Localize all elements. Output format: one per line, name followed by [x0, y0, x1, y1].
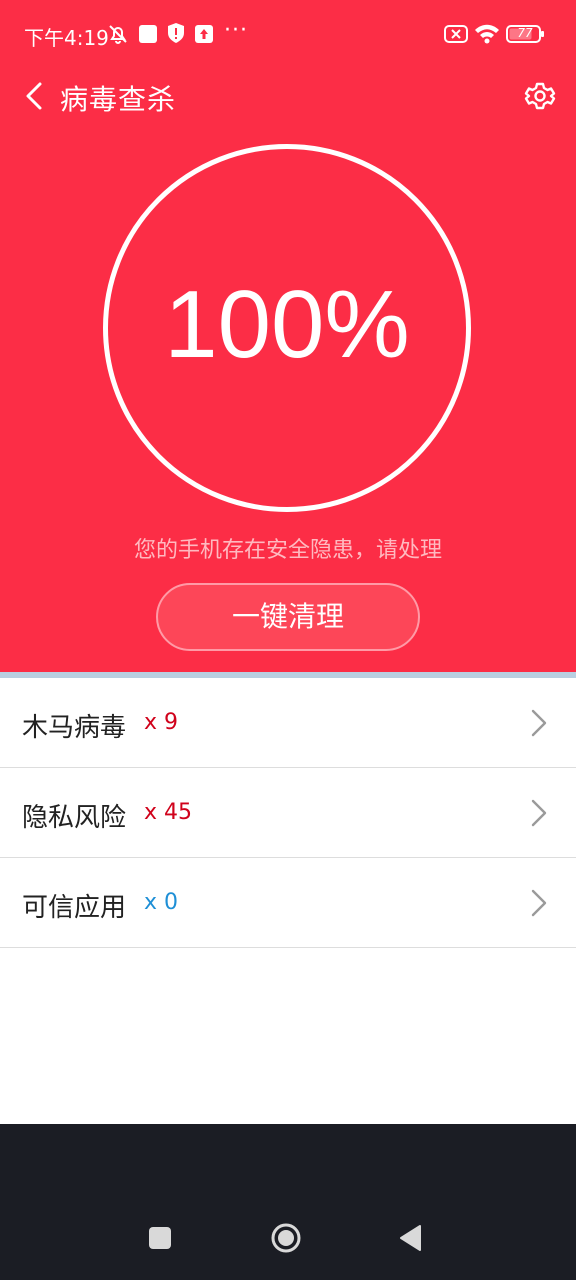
scan-results-list: 木马病毒 x 9 隐私风险 x 45 可信应用 x 0	[0, 678, 576, 948]
result-row-trusted[interactable]: 可信应用 x 0	[0, 858, 576, 948]
recent-apps-button[interactable]	[148, 1226, 172, 1254]
result-label: 木马病毒	[22, 713, 127, 743]
chevron-right-icon	[528, 798, 550, 828]
result-row-privacy[interactable]: 隐私风险 x 45	[0, 768, 576, 858]
home-circle-icon	[270, 1223, 302, 1258]
security-warning-text: 您的手机存在安全隐患，请处理	[133, 538, 442, 563]
result-count: x 0	[144, 890, 179, 915]
more-notifications-icon: ···	[224, 18, 248, 43]
square-icon	[148, 1227, 172, 1254]
result-count: x 45	[144, 800, 193, 825]
scan-header-panel: 下午4:19 ··· 77 病毒查杀 100% 您的手机存在安全隐患，请处理 一…	[0, 0, 576, 672]
settings-button[interactable]	[522, 76, 558, 116]
status-time: 下午4:19	[24, 26, 109, 50]
home-button[interactable]	[270, 1222, 302, 1258]
chevron-right-icon	[528, 708, 550, 738]
back-button[interactable]	[18, 76, 54, 116]
bell-off-icon	[106, 22, 130, 50]
triangle-back-icon	[398, 1225, 424, 1256]
back-nav-button[interactable]	[398, 1224, 424, 1256]
chevron-left-icon	[18, 82, 54, 120]
battery-level: 77	[517, 26, 533, 40]
result-label: 可信应用	[22, 893, 127, 923]
result-label: 隐私风险	[22, 803, 127, 833]
page-title: 病毒查杀	[60, 83, 177, 116]
wifi-icon	[474, 22, 500, 48]
status-bar: 下午4:19 ··· 77	[0, 0, 576, 68]
no-sim-icon	[444, 24, 468, 48]
virus-scan-screen: 下午4:19 ··· 77 病毒查杀 100% 您的手机存在安全隐患，请处理 一…	[0, 0, 576, 1280]
upload-icon	[194, 24, 214, 48]
shield-alert-icon	[166, 22, 186, 48]
scan-percent: 100%	[164, 271, 410, 378]
result-count: x 9	[144, 710, 179, 735]
gear-icon	[522, 82, 558, 120]
result-row-trojan[interactable]: 木马病毒 x 9	[0, 678, 576, 768]
notification-square-icon	[138, 24, 158, 48]
top-app-bar: 病毒查杀	[0, 68, 576, 124]
system-navigation-bar	[0, 1124, 576, 1280]
battery-icon: 77	[506, 24, 546, 48]
chevron-right-icon	[528, 888, 550, 918]
one-click-clean-button[interactable]: 一键清理	[156, 583, 420, 651]
